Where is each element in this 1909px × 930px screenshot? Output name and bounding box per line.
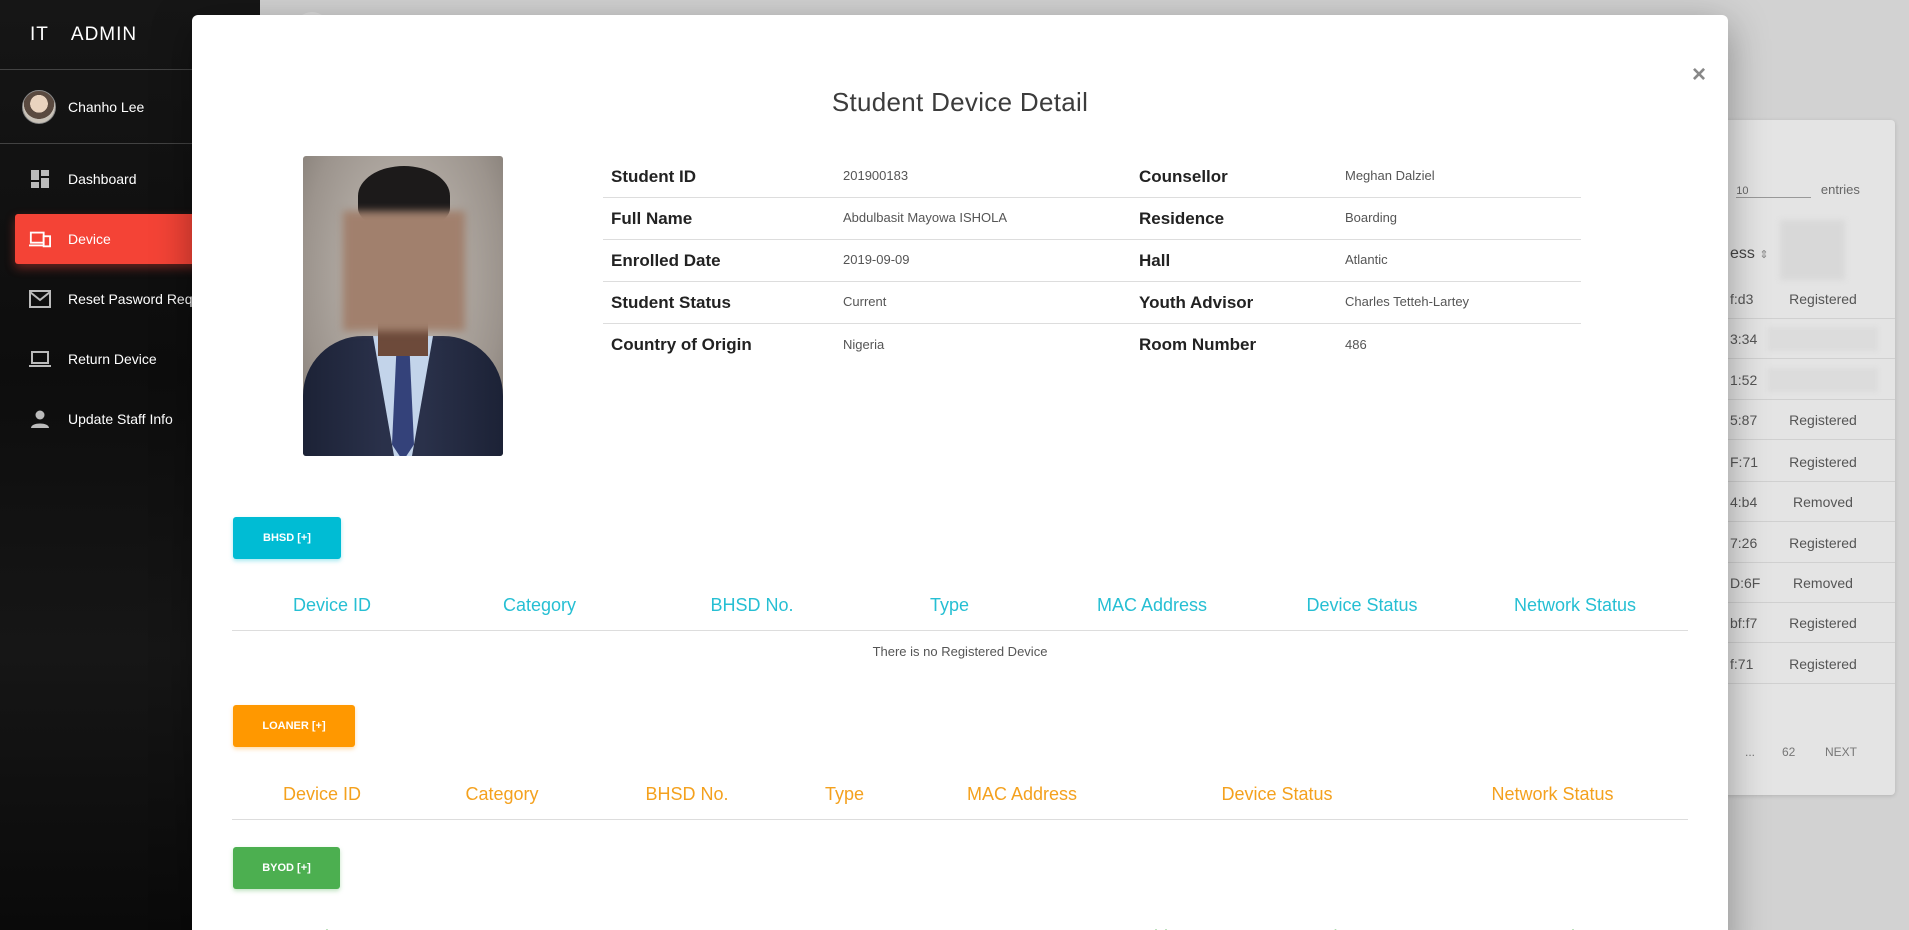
info-value: 2019-09-09: [843, 252, 910, 267]
info-value: Meghan Dalziel: [1345, 168, 1435, 183]
loaner-column-header[interactable]: Network Status: [1417, 784, 1688, 805]
bhsd-column-header[interactable]: Device Status: [1262, 595, 1462, 616]
info-value: Nigeria: [843, 336, 885, 352]
info-value: 486: [1345, 336, 1367, 352]
student-device-detail-modal: × Student Device Detail Student ID 201900…: [192, 15, 1728, 930]
info-label: Student Status: [611, 292, 731, 312]
info-label: Full Name: [611, 208, 693, 228]
loaner-column-header[interactable]: Category: [412, 784, 592, 805]
byod-column-header[interactable]: Type: [842, 927, 1042, 930]
student-info-row: Student Status Current Youth Advisor Charle…: [603, 282, 1581, 324]
student-photo: [303, 156, 503, 456]
loaner-column-header[interactable]: MAC Address: [907, 784, 1137, 805]
info-label: Room Number: [1139, 335, 1257, 354]
bhsd-table-header: Device ID Category BHSD No. Type MAC Address…: [232, 581, 1688, 631]
modal-title: Student Device Detail: [831, 87, 1089, 117]
info-value: 201900183: [843, 168, 909, 183]
info-value: Current: [843, 294, 887, 309]
bhsd-column-header[interactable]: Category: [432, 595, 647, 616]
bhsd-column-header[interactable]: Network Status: [1462, 595, 1688, 616]
byod-column-header[interactable]: MAC Address: [1042, 927, 1252, 930]
byod-column-header[interactable]: Device ID: [232, 927, 432, 930]
student-info-row: Student ID 201900183 Counsellor Meghan Dalz…: [603, 156, 1581, 198]
info-label: Residence: [1139, 208, 1225, 228]
loaner-column-header[interactable]: BHSD No.: [592, 784, 782, 805]
info-label: Hall: [1139, 250, 1171, 270]
byod-column-header[interactable]: Device Status: [1252, 927, 1462, 930]
info-value: Boarding: [1345, 210, 1398, 225]
add-byod-button[interactable]: BYOD [+]: [233, 847, 340, 889]
info-value: Abdulbasit Mayowa ISHOLA: [843, 210, 1008, 225]
loaner-column-header[interactable]: Device ID: [232, 784, 412, 805]
byod-column-header[interactable]: Network Status: [1462, 927, 1688, 930]
student-info-table: Student ID 201900183 Counsellor Meghan Dalz…: [603, 156, 1581, 366]
info-label: Country of Origin: [611, 335, 752, 354]
info-value: Atlantic: [1345, 252, 1388, 267]
add-loaner-button[interactable]: LOANER [+]: [233, 705, 355, 747]
loaner-column-header[interactable]: Device Status: [1137, 784, 1417, 805]
loaner-table-header: Device ID Category BHSD No. Type MAC Address…: [232, 770, 1688, 820]
student-info-row: Country of Origin Nigeria Room Number 486: [603, 324, 1581, 366]
info-label: Youth Advisor: [1139, 292, 1254, 312]
close-button[interactable]: ×: [1692, 61, 1706, 89]
bhsd-column-header[interactable]: MAC Address: [1042, 595, 1262, 616]
info-label: Student ID: [611, 166, 696, 186]
bhsd-column-header[interactable]: BHSD No.: [647, 595, 857, 616]
byod-column-header[interactable]: Category: [432, 927, 642, 930]
byod-column-header[interactable]: BHSD No.: [642, 927, 842, 930]
add-bhsd-button[interactable]: BHSD [+]: [233, 517, 341, 559]
student-info-row: Enrolled Date 2019-09-09 Hall Atlantic: [603, 240, 1581, 282]
bhsd-empty-message: There is no Registered Device: [872, 644, 1048, 659]
student-info-row: Full Name Abdulbasit Mayowa ISHOLA Residen…: [603, 198, 1581, 240]
bhsd-column-header[interactable]: Device ID: [232, 595, 432, 616]
info-label: Enrolled Date: [611, 250, 721, 270]
byod-table-header: Device IDCategoryBHSD No.TypeMAC Address…: [232, 912, 1688, 930]
info-value: Charles Tetteh-Lartey: [1345, 294, 1470, 309]
info-label: Counsellor: [1139, 166, 1228, 186]
bhsd-column-header[interactable]: Type: [857, 595, 1042, 616]
loaner-column-header[interactable]: Type: [782, 784, 907, 805]
